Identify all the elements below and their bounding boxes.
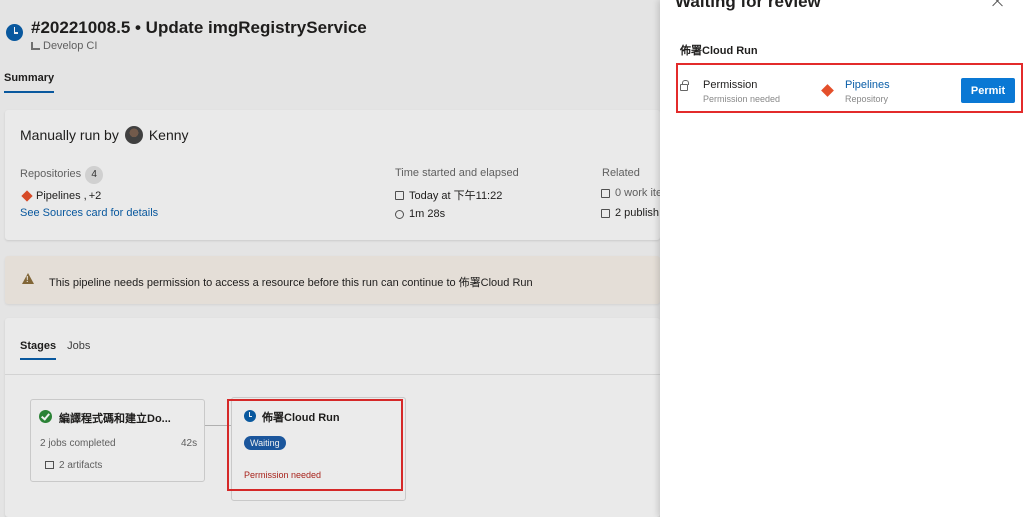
close-icon[interactable] — [990, 0, 1006, 10]
status-badge: Waiting — [244, 436, 286, 450]
time-started: Today at 下午11:22 — [395, 187, 502, 203]
stages-card: Stages Jobs 編譯程式碼和建立Do... 2 jobs complet… — [5, 318, 660, 517]
manually-run-by: Manually run by Kenny — [20, 126, 189, 144]
panel-title: Waiting for review — [675, 0, 821, 11]
waiting-clock-icon — [244, 410, 256, 422]
resource-permission-row: Permission Permission needed Pipelines R… — [677, 62, 1023, 114]
stage-build[interactable]: 編譯程式碼和建立Do... 2 jobs completed 42s 2 art… — [30, 399, 205, 482]
elapsed-time: 1m 28s — [395, 208, 445, 220]
warning-text: This pipeline needs permission to access… — [49, 277, 533, 289]
stage-deploy[interactable]: 佈署Cloud Run Waiting Permission needed — [231, 397, 406, 501]
calendar-icon — [395, 190, 404, 200]
stage-build-jobs: 2 jobs completed — [40, 438, 116, 449]
repository-item[interactable]: Pipelines , +2 — [21, 190, 101, 202]
environment-name: 佈署Cloud Run — [680, 45, 758, 57]
artifact-icon — [601, 208, 610, 218]
tab-jobs[interactable]: Jobs — [67, 340, 90, 360]
clock-status-icon — [6, 24, 23, 41]
resource-name-link[interactable]: Pipelines — [845, 79, 890, 91]
permit-button[interactable]: Permit — [961, 78, 1015, 103]
warning-icon — [22, 273, 34, 284]
git-repo-icon — [21, 190, 33, 202]
review-panel: Waiting for review 佈署Cloud Run Permissio… — [660, 0, 1024, 517]
success-check-icon — [39, 410, 52, 423]
pipeline-icon — [31, 42, 40, 50]
stages-tabbar: Stages Jobs — [20, 340, 90, 360]
avatar — [124, 126, 143, 144]
stage-build-name: 編譯程式碼和建立Do... — [59, 413, 171, 425]
permission-warning-banner: This pipeline needs permission to access… — [5, 256, 660, 304]
run-summary-page: #20221008.5 • Update imgRegistryService … — [0, 0, 662, 517]
tab-summary[interactable]: Summary — [4, 72, 55, 93]
stage-deploy-permission-note: Permission needed — [244, 470, 322, 480]
sources-card-link[interactable]: See Sources card for details — [20, 207, 158, 219]
run-summary-card: Manually run by Kenny Repositories 4 Pipe… — [5, 110, 662, 240]
lock-icon — [680, 80, 689, 91]
repositories-count-badge: 4 — [85, 166, 104, 184]
clock-icon — [395, 209, 404, 219]
user-name: Kenny — [148, 127, 189, 143]
pipeline-name[interactable]: Develop CI — [31, 40, 367, 52]
time-label: Time started and elapsed — [395, 167, 519, 179]
artifact-icon — [45, 461, 54, 470]
stage-connector — [205, 425, 231, 426]
run-title: #20221008.5 • Update imgRegistryService — [31, 18, 367, 37]
related-label: Related — [602, 167, 640, 179]
stage-build-artifacts[interactable]: 2 artifacts — [45, 460, 102, 471]
related-published-artifacts[interactable]: 2 publish — [601, 207, 659, 219]
work-item-icon — [601, 188, 610, 198]
related-work-items[interactable]: 0 work ite — [601, 187, 662, 199]
stages-canvas: 編譯程式碼和建立Do... 2 jobs completed 42s 2 art… — [5, 374, 660, 517]
permission-subtitle: Permission needed — [703, 94, 781, 104]
resource-type: Repository — [845, 94, 889, 104]
run-header: #20221008.5 • Update imgRegistryService … — [6, 18, 367, 52]
stage-build-duration: 42s — [181, 438, 198, 449]
permission-title: Permission — [703, 79, 758, 91]
tab-stages[interactable]: Stages — [20, 340, 57, 360]
repositories-label: Repositories 4 — [20, 166, 104, 184]
git-repo-icon — [821, 84, 834, 97]
stage-deploy-name: 佈署Cloud Run — [262, 412, 340, 424]
